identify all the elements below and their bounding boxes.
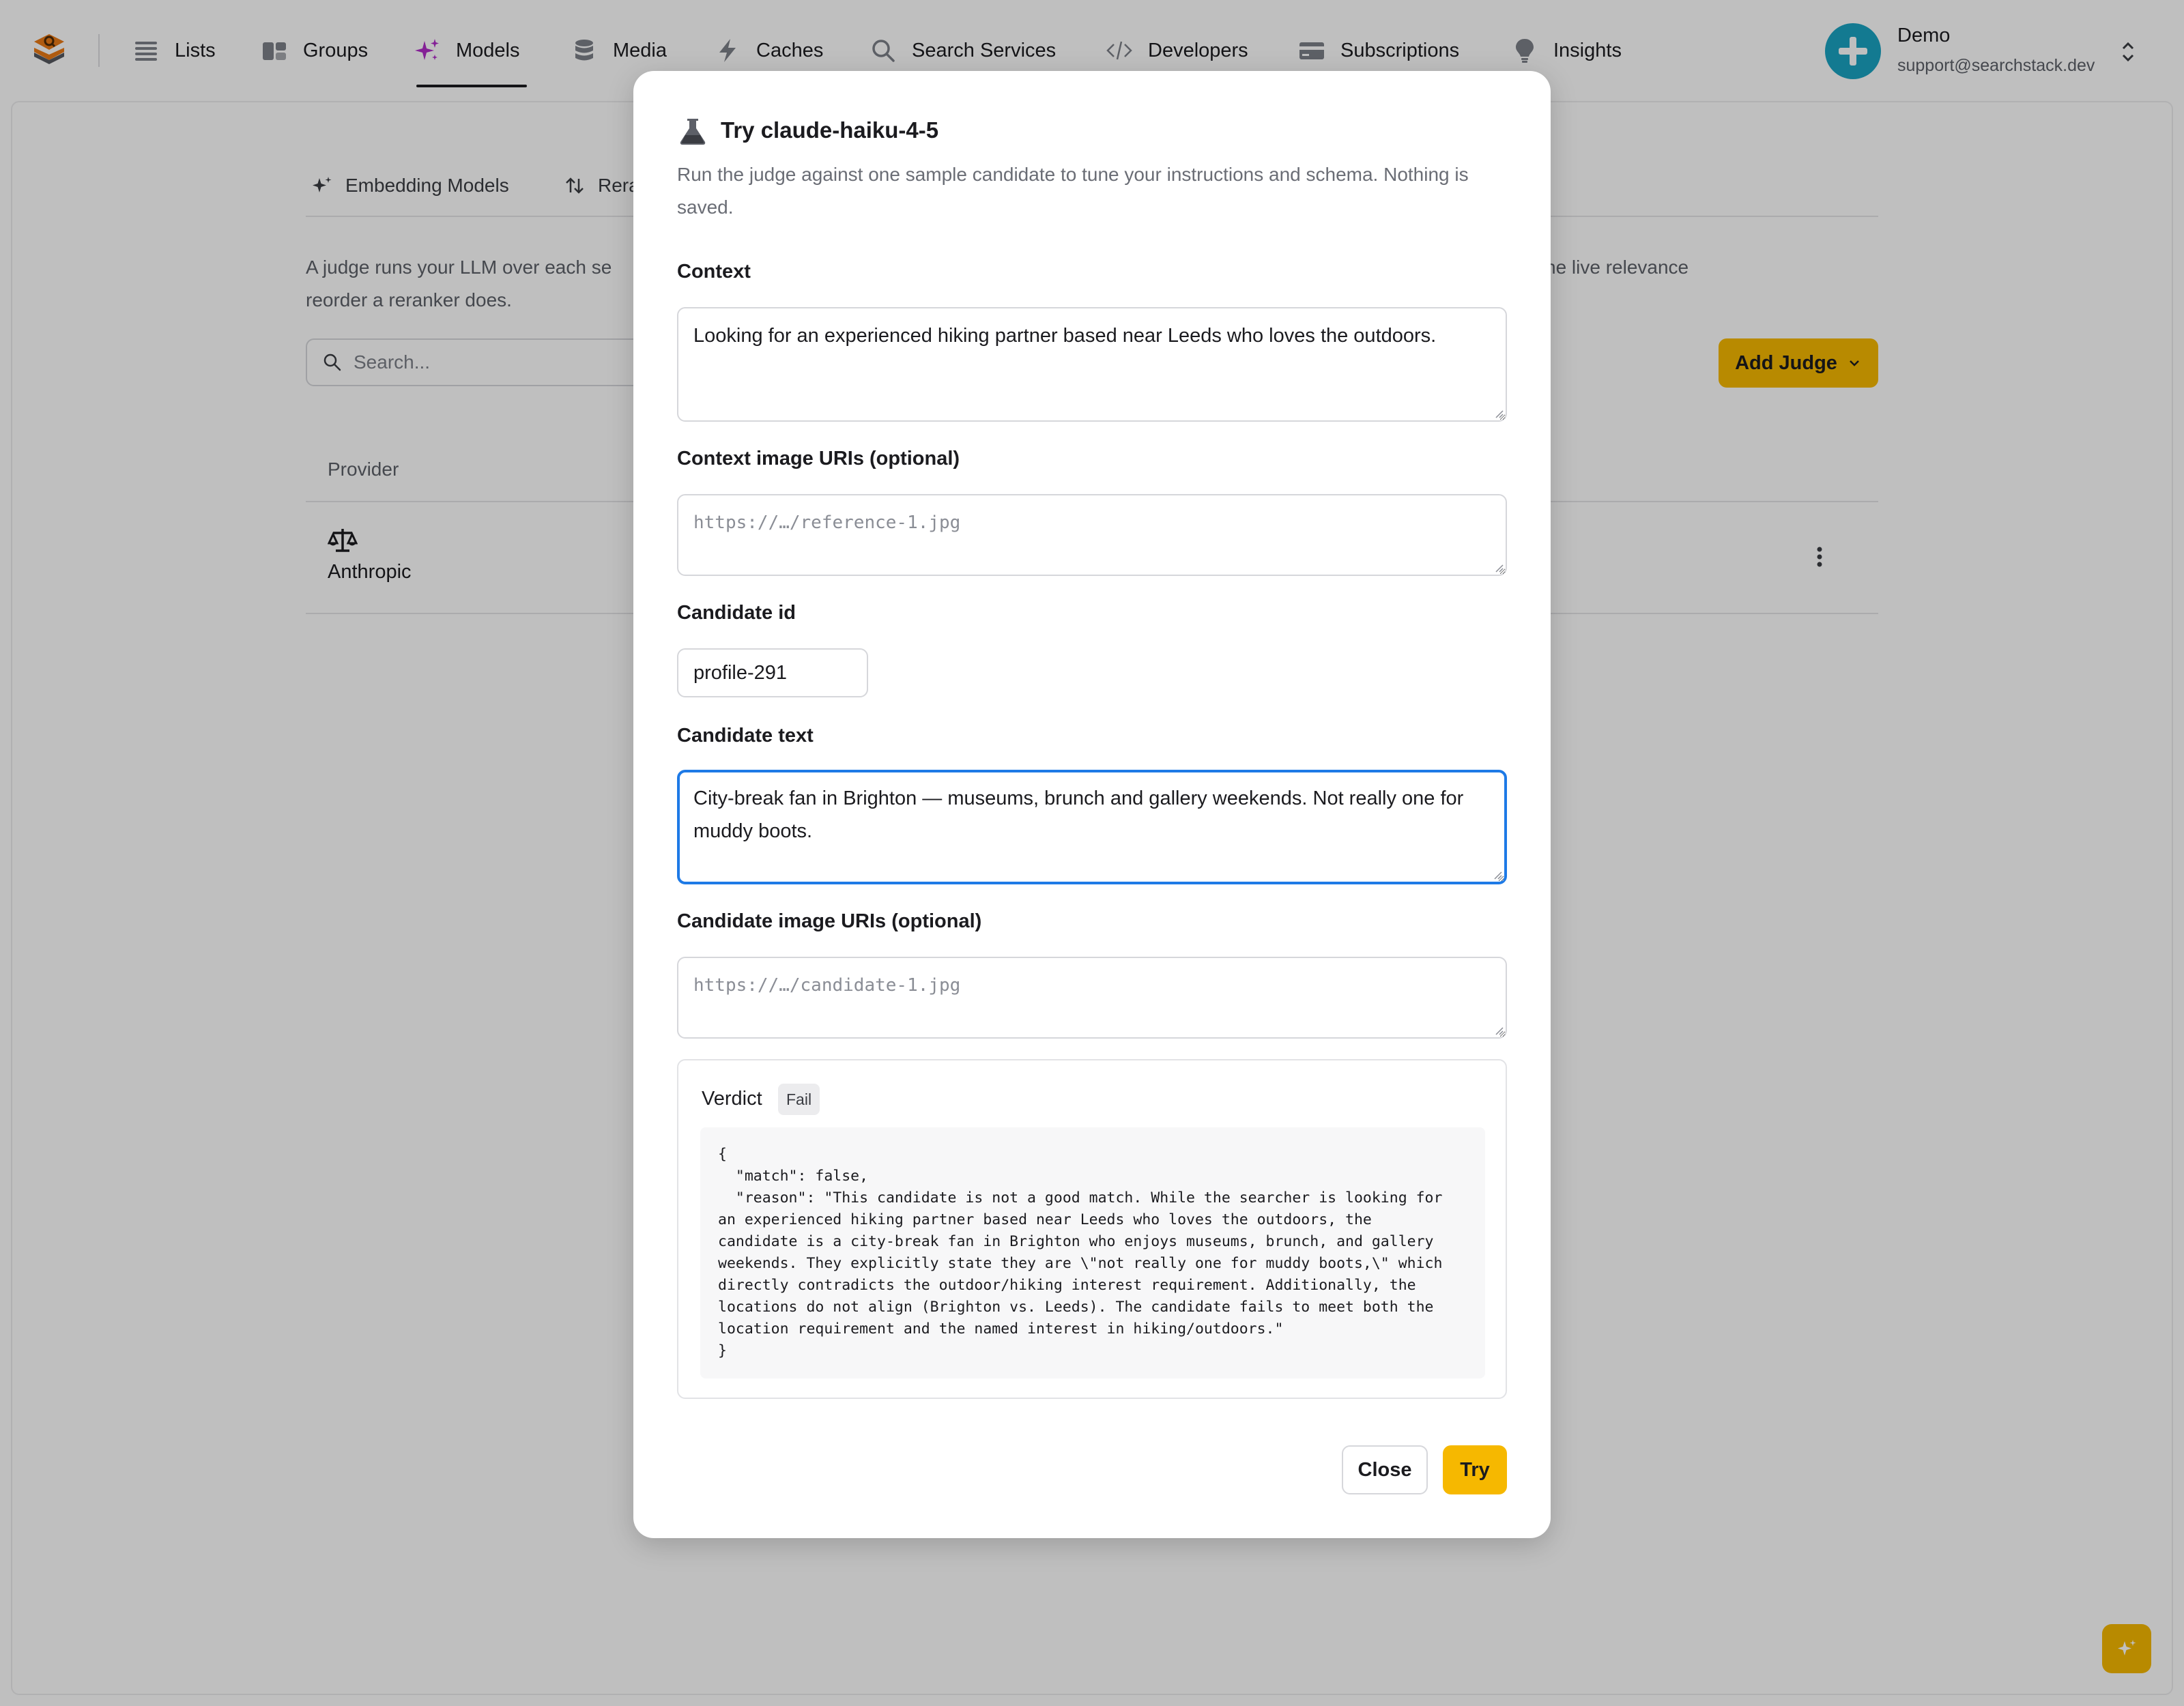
verdict-json: { "match": false, "reason": "This candid… (700, 1127, 1485, 1378)
resize-handle-icon[interactable] (1493, 1025, 1504, 1036)
resize-handle-icon[interactable] (1493, 408, 1504, 419)
dialog-description: Run the judge against one sample candida… (677, 164, 1469, 218)
context-label: Context (677, 261, 751, 283)
try-judge-dialog: Try claude-haiku-4-5 Run the judge again… (633, 71, 1551, 1538)
flask-icon (680, 119, 706, 145)
verdict-panel: Verdict Fail { "match": false, "reason":… (677, 1059, 1507, 1399)
candidate-text-label: Candidate text (677, 725, 814, 747)
candidate-images-textarea[interactable]: https://…/candidate-1.jpg (677, 957, 1507, 1039)
resize-handle-icon[interactable] (1493, 562, 1504, 573)
candidate-text-textarea[interactable]: City-break fan in Brighton — museums, br… (677, 770, 1507, 884)
candidate-id-input[interactable]: profile-291 (677, 648, 868, 697)
dialog-title: Try claude-haiku-4-5 (721, 117, 939, 143)
resize-handle-icon[interactable] (1492, 869, 1503, 880)
close-button[interactable]: Close (1342, 1445, 1428, 1494)
candidate-id-label: Candidate id (677, 602, 796, 624)
candidate-images-label: Candidate image URIs (optional) (677, 910, 982, 932)
status-badge: Fail (778, 1084, 820, 1115)
context-textarea[interactable]: Looking for an experienced hiking partne… (677, 307, 1507, 422)
context-images-label: Context image URIs (optional) (677, 448, 960, 469)
context-images-textarea[interactable]: https://…/reference-1.jpg (677, 494, 1507, 576)
verdict-label: Verdict (702, 1088, 762, 1110)
try-button[interactable]: Try (1443, 1445, 1507, 1494)
